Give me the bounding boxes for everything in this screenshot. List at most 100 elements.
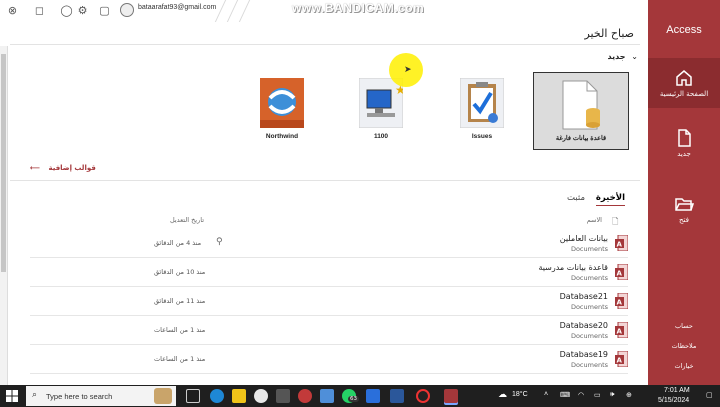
issues-clipboard-icon <box>459 77 505 129</box>
file-location: Documents <box>570 332 608 340</box>
windows-start-icon[interactable] <box>6 390 18 402</box>
word-icon[interactable] <box>390 389 404 403</box>
scrollbar-thumb[interactable] <box>1 54 6 272</box>
tab-recent[interactable]: الأخيرة <box>595 193 625 206</box>
sidebar-item-feedback[interactable]: ملاحظات <box>648 342 720 350</box>
pin-icon[interactable]: ⚲ <box>216 237 223 247</box>
file-location: Documents <box>570 303 608 311</box>
file-row[interactable]: منذ 1 من الساعات Database19 Documents A <box>30 345 628 374</box>
sidebar-item-account[interactable]: حساب <box>648 322 720 330</box>
template-northwind[interactable]: Northwind <box>234 72 330 152</box>
deco-line <box>214 0 227 22</box>
horse-search-highlight-icon <box>154 388 172 404</box>
sidebar-item-label: جديد <box>677 150 691 158</box>
northwind-logo-icon <box>260 78 304 128</box>
divider <box>10 180 640 181</box>
app-icon[interactable] <box>320 389 334 403</box>
file-name: Database20 <box>559 321 608 330</box>
new-section-heading[interactable]: جديد ⌄ <box>607 52 638 61</box>
mouse-pointer-icon: ➤ <box>404 65 412 75</box>
file-modified: منذ 4 من الدقائق <box>154 239 202 247</box>
sidebar-item-home[interactable]: الصفحة الرئيسية <box>648 58 720 108</box>
file-name: قاعدة بيانات مدرسية <box>538 263 608 272</box>
backstage-sidebar: Access الصفحة الرئيسية جديد فتح حساب ملا… <box>648 0 720 385</box>
tab-pinned[interactable]: مثبت <box>567 193 585 203</box>
sidebar-item-label: الصفحة الرئيسية <box>659 90 709 98</box>
store-icon[interactable] <box>276 389 290 403</box>
access-file-icon: A <box>615 235 628 251</box>
vertical-scrollbar[interactable] <box>0 46 8 385</box>
access-backstage-window: { "titlebar": {"account_email": "bataara… <box>0 0 720 407</box>
clock-time[interactable]: 7:01 AM <box>664 387 690 394</box>
more-templates-link[interactable]: ⟵ قوالب إضافية <box>30 164 96 172</box>
new-section-label: جديد <box>607 52 626 61</box>
file-row[interactable]: منذ 10 من الدقائق قاعدة بيانات مدرسية Do… <box>30 258 628 287</box>
column-header-modified[interactable]: تاريخ التعديل <box>170 216 204 224</box>
svg-text:A: A <box>617 328 623 336</box>
template-caption: 1100 <box>373 133 389 140</box>
volume-icon[interactable]: 🕪 <box>610 391 614 399</box>
notifications-icon[interactable]: ▢ <box>706 391 713 399</box>
access-app-icon[interactable] <box>444 389 458 403</box>
language-icon[interactable]: ⌨ <box>560 391 570 399</box>
sidebar-item-new[interactable]: جديد <box>648 118 720 168</box>
app-icon[interactable] <box>298 389 312 403</box>
sidebar-item-options[interactable]: خيارات <box>648 362 720 370</box>
notification-badge: 63 <box>348 396 359 402</box>
file-name: Database19 <box>559 350 608 359</box>
battery-icon[interactable]: ▭ <box>594 391 601 399</box>
folder-open-icon <box>675 198 694 211</box>
sidebar-item-open[interactable]: فتح <box>648 184 720 234</box>
restore-icon[interactable]: ▢ <box>98 4 111 17</box>
template-issues[interactable]: Issues <box>434 72 530 152</box>
template-caption: Issues <box>471 133 493 140</box>
edge-browser-icon[interactable] <box>210 389 224 403</box>
close-circle-icon[interactable]: ⊗ <box>6 4 19 17</box>
weather-temperature[interactable]: 18°C <box>512 391 528 398</box>
wifi-icon[interactable]: ◠ <box>578 391 584 399</box>
recorder-icon[interactable] <box>416 389 430 403</box>
file-explorer-icon[interactable] <box>232 389 246 403</box>
file-modified: منذ 1 من الساعات <box>154 355 206 363</box>
stop-icon[interactable]: ◻ <box>33 4 46 17</box>
file-row[interactable]: منذ 11 من الدقائق Database21 Documents A <box>30 287 628 316</box>
file-type-icon: 🗋 <box>612 217 619 226</box>
title-bar: ⊗ ◻ ◯ ⚙ ▢ bataarafat93@gmail.com www.BAN… <box>0 0 648 22</box>
divider <box>10 44 640 45</box>
svg-text:A: A <box>617 357 623 365</box>
taskbar-search-input[interactable]: ⌕ Type here to search <box>26 386 176 406</box>
cursor-highlight: ➤ <box>389 53 423 87</box>
minimize-icon[interactable]: ◯ <box>60 4 73 17</box>
chevron-up-icon[interactable]: ˄ <box>544 391 548 398</box>
account-avatar[interactable] <box>120 3 134 17</box>
outlook-icon[interactable] <box>366 389 380 403</box>
file-name: بيانات العاملين <box>559 234 608 243</box>
file-modified: منذ 1 من الساعات <box>154 326 206 334</box>
svg-text:A: A <box>617 241 623 249</box>
sidebar-item-label: فتح <box>679 216 689 224</box>
settings-icon[interactable]: ⚙ <box>76 4 89 17</box>
chrome-icon[interactable] <box>254 389 268 403</box>
file-name: Database21 <box>559 292 608 301</box>
svg-text:A: A <box>617 270 623 278</box>
access-file-icon: A <box>615 293 628 309</box>
weather-icon: ☁ <box>498 390 507 400</box>
template-caption: قاعدة بيانات فارغة <box>555 135 607 142</box>
template-blank-database[interactable]: قاعدة بيانات فارغة <box>533 72 629 150</box>
clock-date[interactable]: 5/15/2024 <box>658 397 689 404</box>
file-row[interactable]: ⚲ منذ 4 من الدقائق بيانات العاملين Docum… <box>30 229 628 258</box>
recorder-watermark: www.BANDICAM.com <box>292 1 425 15</box>
account-email[interactable]: bataarafat93@gmail.com <box>138 4 216 11</box>
new-file-icon <box>678 129 691 147</box>
language-indicator-icon[interactable]: ⊕ <box>626 391 632 399</box>
file-location: Documents <box>570 274 608 282</box>
blank-database-icon <box>559 79 603 130</box>
file-location: Documents <box>570 245 608 253</box>
column-header-name[interactable]: الاسم <box>587 216 602 224</box>
task-view-icon[interactable] <box>186 389 200 403</box>
computer-asset-icon: ★ <box>358 77 406 129</box>
file-row[interactable]: منذ 1 من الساعات Database20 Documents A <box>30 316 628 345</box>
deco-line <box>238 0 251 22</box>
greeting-heading: صباح الخير <box>584 27 634 40</box>
access-file-icon: A <box>615 264 628 280</box>
